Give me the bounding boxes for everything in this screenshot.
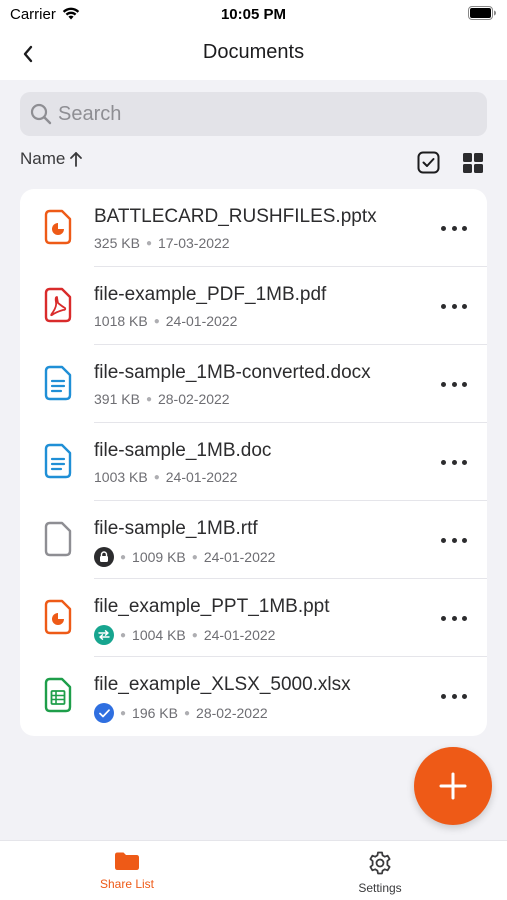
file-meta: ● 1009 KB ● 24-01-2022 [94,547,275,567]
file-list: BATTLECARD_RUSHFILES.pptx 325 KB ● 17-03… [20,189,487,736]
tab-label: Share List [99,877,155,891]
separator-dot: ● [145,237,152,249]
file-name: file_example_PPT_1MB.ppt [94,596,330,617]
file-name: file-sample_1MB-converted.docx [94,362,371,383]
navigation-bar: Documents [0,28,507,80]
checkmark-icon [94,703,114,723]
more-options-icon[interactable] [441,217,467,239]
file-row[interactable]: file-sample_1MB.doc 1003 KB ● 24-01-2022 [20,423,487,501]
file-name: file-sample_1MB.rtf [94,518,258,539]
file-row[interactable]: BATTLECARD_RUSHFILES.pptx 325 KB ● 17-03… [20,189,487,267]
separator-dot: ● [120,629,127,641]
file-meta: 1003 KB ● 24-01-2022 [94,469,237,485]
file-row[interactable]: file_example_XLSX_5000.xlsx ● 196 KB ● 2… [20,657,487,735]
more-options-icon[interactable] [441,685,467,707]
clock: 10:05 PM [220,6,287,23]
add-button[interactable] [414,747,492,825]
file-size: 1004 KB [132,627,186,643]
folder-icon [115,852,139,870]
tab-share-list[interactable]: Share List [47,851,207,891]
document-icon [44,365,72,401]
file-date: 24-01-2022 [165,469,238,485]
status-bar: Carrier 10:05 PM [0,0,507,28]
document-icon [44,443,72,479]
file-date: 24-01-2022 [203,627,276,643]
separator-dot: ● [120,551,127,563]
blank-file-icon [44,521,72,557]
file-name: BATTLECARD_RUSHFILES.pptx [94,206,377,227]
plus-icon [439,772,467,800]
gear-icon [369,851,391,875]
file-meta: ● 196 KB ● 28-02-2022 [94,703,268,723]
separator-dot: ● [153,315,160,327]
file-size: 1018 KB [94,313,148,329]
file-size: 196 KB [132,705,178,721]
sort-button[interactable]: Name [20,148,83,170]
separator-dot: ● [183,707,191,719]
file-row[interactable]: file-example_PDF_1MB.pdf 1018 KB ● 24-01… [20,267,487,345]
separator-dot: ● [145,393,152,405]
spreadsheet-icon [44,677,72,713]
tab-bar: Share List Settings [0,840,507,900]
search-bar[interactable] [20,92,487,136]
file-size: 1003 KB [94,469,148,485]
more-options-icon[interactable] [441,607,467,629]
file-size: 325 KB [94,235,140,251]
battery-icon [468,6,496,20]
file-name: file_example_XLSX_5000.xlsx [94,674,351,695]
file-name: file-sample_1MB.doc [94,440,272,461]
page-title: Documents [202,41,305,63]
file-date: 28-02-2022 [196,705,268,721]
search-input[interactable] [58,102,458,126]
presentation-icon [44,599,72,635]
separator-dot: ● [153,471,160,483]
search-icon [30,103,52,125]
select-checkbox-icon[interactable] [417,151,440,174]
presentation-icon [44,209,72,245]
file-meta: 325 KB ● 17-03-2022 [94,235,230,251]
sync-icon [94,625,114,645]
file-row[interactable]: file-sample_1MB-converted.docx 391 KB ● … [20,345,487,423]
file-size: 1009 KB [132,549,186,565]
more-options-icon[interactable] [441,451,467,473]
file-meta: ● 1004 KB ● 24-01-2022 [94,625,275,645]
arrow-up-icon [70,152,83,167]
more-options-icon[interactable] [441,529,467,551]
pdf-icon [44,287,72,323]
file-size: 391 KB [94,391,140,407]
file-row[interactable]: file-sample_1MB.rtf ● 1009 KB ● 24-01-20… [20,501,487,579]
more-options-icon[interactable] [441,295,467,317]
separator-dot: ● [191,551,198,563]
lock-icon [94,547,114,567]
separator-dot: ● [191,629,198,641]
grid-view-icon[interactable] [462,152,484,174]
file-date: 24-01-2022 [165,313,238,329]
file-row[interactable]: file_example_PPT_1MB.ppt ● 1004 KB ● 24-… [20,579,487,657]
separator-dot: ● [120,707,127,719]
file-meta: 391 KB ● 28-02-2022 [94,391,230,407]
file-date: 17-03-2022 [157,235,230,251]
tab-settings[interactable]: Settings [300,851,460,895]
sort-label: Name [20,149,66,168]
file-name: file-example_PDF_1MB.pdf [94,284,327,305]
file-meta: 1018 KB ● 24-01-2022 [94,313,237,329]
file-date: 24-01-2022 [203,549,276,565]
tab-label: Settings [358,881,402,895]
file-date: 28-02-2022 [157,391,230,407]
more-options-icon[interactable] [441,373,467,395]
